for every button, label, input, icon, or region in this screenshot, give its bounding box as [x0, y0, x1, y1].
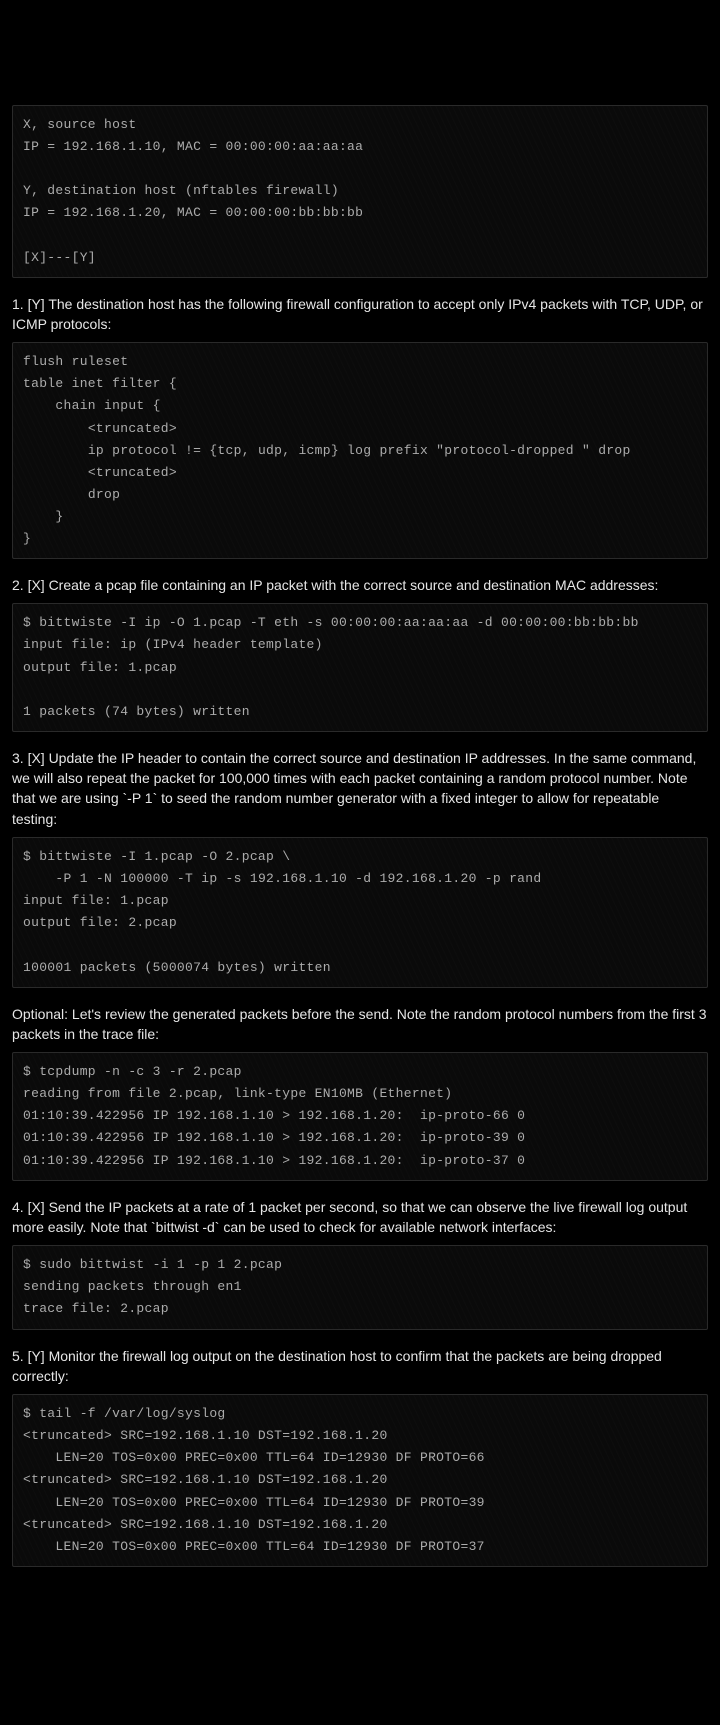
step-2-text: 2. [X] Create a pcap file containing an … — [12, 575, 708, 595]
document-body: X, source host IP = 192.168.1.10, MAC = … — [12, 12, 708, 1713]
setup-block: X, source host IP = 192.168.1.10, MAC = … — [12, 105, 708, 278]
step-1-code: flush ruleset table inet filter { chain … — [12, 342, 708, 559]
step-5-code: $ tail -f /var/log/syslog <truncated> SR… — [12, 1394, 708, 1567]
optional-code: $ tcpdump -n -c 3 -r 2.pcap reading from… — [12, 1052, 708, 1180]
step-1-text: 1. [Y] The destination host has the foll… — [12, 294, 708, 335]
step-4-text: 4. [X] Send the IP packets at a rate of … — [12, 1197, 708, 1238]
step-4-code: $ sudo bittwist -i 1 -p 1 2.pcap sending… — [12, 1245, 708, 1329]
step-3-code: $ bittwiste -I 1.pcap -O 2.pcap \ -P 1 -… — [12, 837, 708, 988]
step-2-code: $ bittwiste -I ip -O 1.pcap -T eth -s 00… — [12, 603, 708, 731]
step-5-text: 5. [Y] Monitor the firewall log output o… — [12, 1346, 708, 1387]
optional-text: Optional: Let's review the generated pac… — [12, 1004, 708, 1045]
step-3-text: 3. [X] Update the IP header to contain t… — [12, 748, 708, 829]
